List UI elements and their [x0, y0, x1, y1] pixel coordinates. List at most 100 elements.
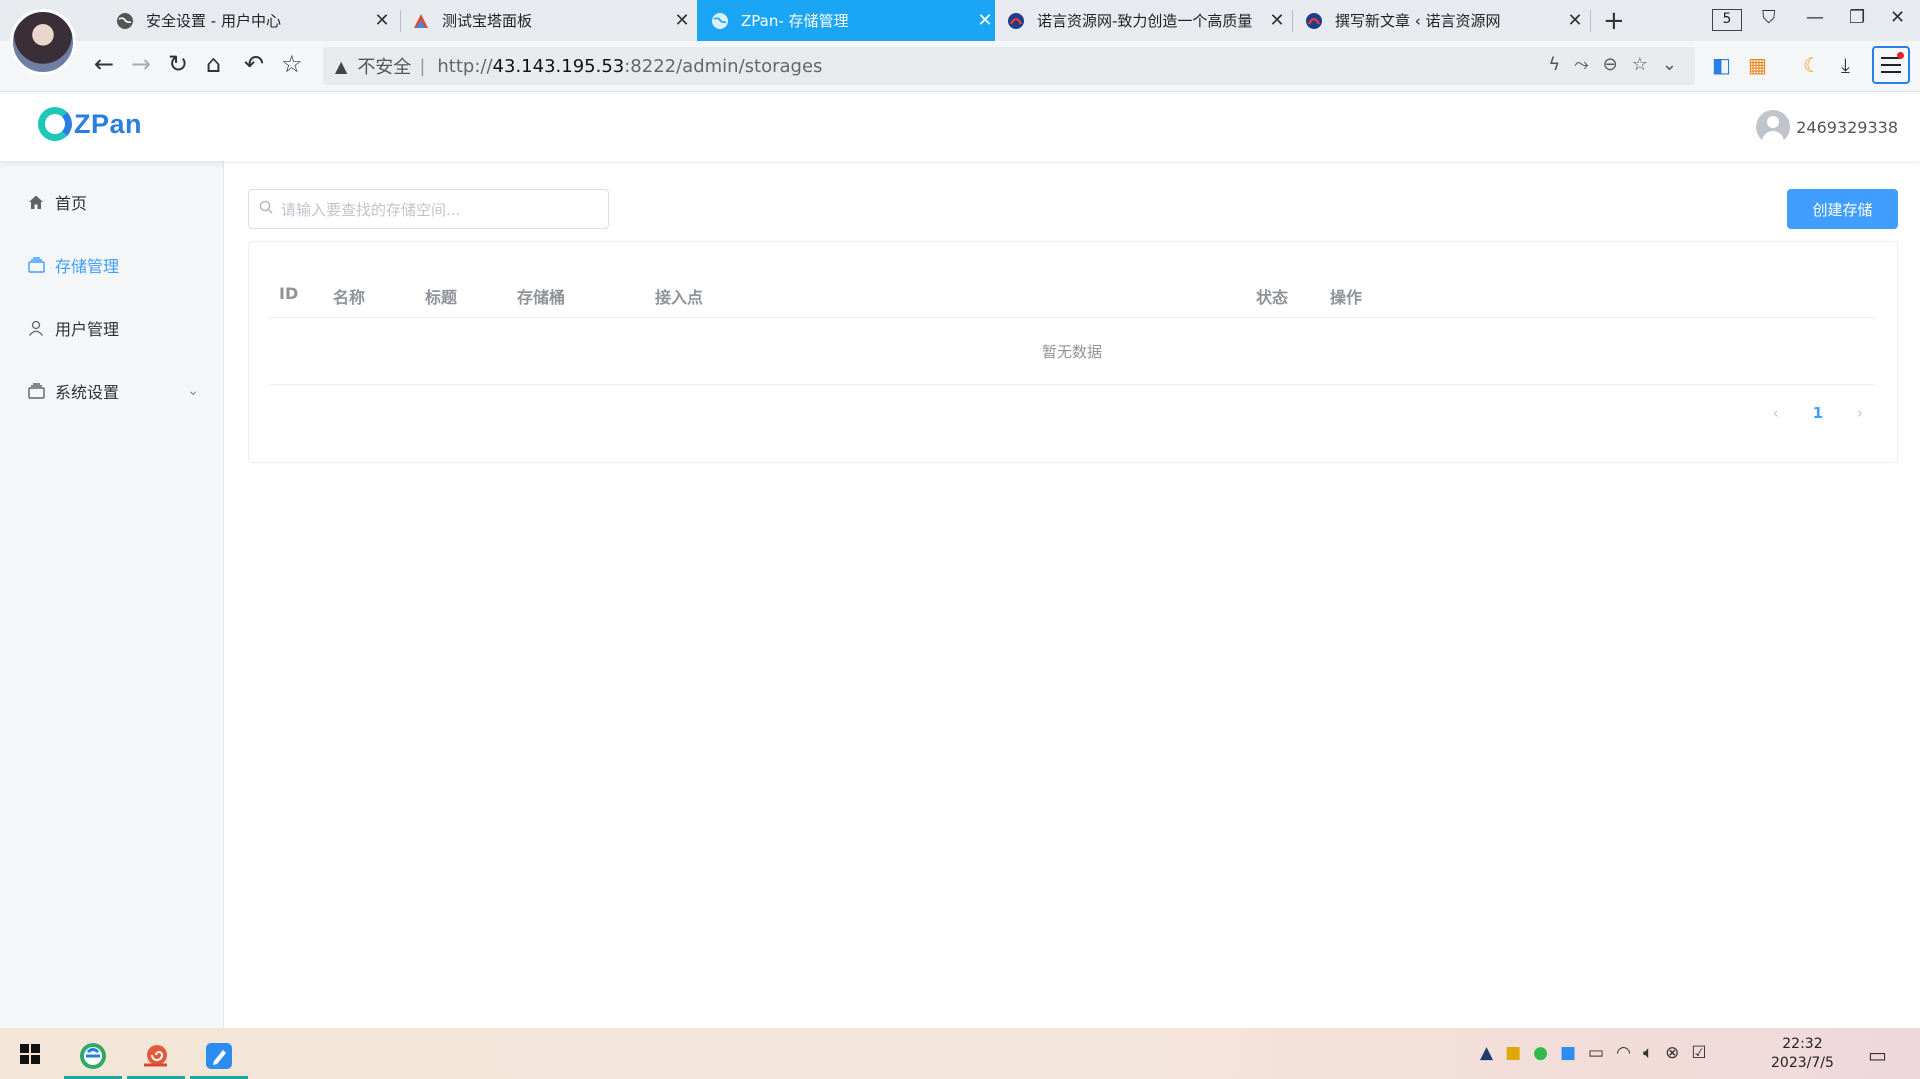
- notes-app[interactable]: [190, 1032, 248, 1079]
- close-window-icon[interactable]: ✕: [1890, 7, 1905, 28]
- pagination: ‹ 1 ›: [1773, 404, 1863, 422]
- lightning-icon[interactable]: ϟ: [1548, 54, 1560, 75]
- forward-icon[interactable]: →: [131, 50, 151, 78]
- column-header-bucket[interactable]: 存储桶: [517, 284, 565, 308]
- tab-title: 测试宝塔面板: [442, 12, 533, 30]
- new-tab-icon[interactable]: +: [1603, 6, 1625, 36]
- tab-title: ZPan- 存储管理: [741, 12, 849, 30]
- system-tray: ▲ ■ ● ■ ▭ ◠ 🔈︎ ⊗ ☑: [1480, 1043, 1707, 1063]
- notification-center-icon[interactable]: ▭: [1868, 1043, 1887, 1067]
- tab-separator: [1590, 10, 1591, 32]
- column-header-name[interactable]: 名称: [333, 284, 365, 308]
- undo-icon[interactable]: ↶: [244, 50, 264, 78]
- checkbox-tray-icon[interactable]: ☑: [1691, 1043, 1706, 1063]
- browser-taskbar-app[interactable]: [64, 1032, 122, 1079]
- skin-icon[interactable]: ⛉: [1762, 7, 1776, 28]
- cat-tray-icon[interactable]: ▲: [1480, 1043, 1493, 1063]
- browser-tab-active[interactable]: ZPan- 存储管理 ✕: [697, 0, 995, 41]
- tab-close-icon[interactable]: ✕: [1565, 10, 1585, 31]
- wifi-icon[interactable]: ◠: [1616, 1043, 1631, 1063]
- snail-app[interactable]: [127, 1032, 185, 1079]
- address-bar[interactable]: ▲ 不安全 | http://43.143.195.53:8222/admin/…: [323, 47, 1695, 85]
- column-header-actions[interactable]: 操作: [1330, 284, 1362, 308]
- browser-tab[interactable]: 测试宝塔面板 ✕: [412, 0, 692, 41]
- settings-icon: [27, 382, 45, 400]
- prev-page-icon[interactable]: ‹: [1773, 404, 1779, 422]
- wechat-tray-icon[interactable]: ●: [1533, 1043, 1548, 1063]
- tab-close-icon[interactable]: ✕: [672, 10, 692, 31]
- share-icon[interactable]: ⤳: [1574, 54, 1588, 75]
- browser-tab[interactable]: 撰写新文章 ‹ 诺言资源网 ✕: [1305, 0, 1585, 41]
- browser-menu-button[interactable]: [1872, 46, 1910, 84]
- app-logo[interactable]: ZPan: [38, 107, 142, 141]
- favorite-icon[interactable]: ☆: [1632, 54, 1648, 75]
- username: 2469329338: [1796, 117, 1898, 137]
- reload-icon[interactable]: ↻: [168, 50, 188, 78]
- page-number[interactable]: 1: [1813, 404, 1823, 422]
- browser-tab[interactable]: 诺言资源网-致力创造一个高质量 ✕: [1007, 0, 1287, 41]
- logo-text: ZPan: [74, 108, 143, 139]
- app-header: ZPan 2469329338: [0, 93, 1920, 161]
- column-header-title[interactable]: 标题: [425, 284, 457, 308]
- site-logo-icon: [1305, 12, 1323, 30]
- search-icon: [259, 200, 273, 218]
- sidebar-item-users[interactable]: 用户管理: [0, 296, 223, 359]
- chevron-down-icon[interactable]: ⌄: [187, 383, 199, 399]
- tab-separator: [1292, 10, 1293, 32]
- note-tray-icon[interactable]: ■: [1560, 1043, 1576, 1063]
- chevron-down-icon[interactable]: ⌄: [1662, 54, 1677, 75]
- tab-close-icon[interactable]: ✕: [975, 10, 995, 31]
- avatar: [1756, 110, 1791, 144]
- column-header-status[interactable]: 状态: [1256, 284, 1288, 308]
- battery-icon[interactable]: ▭: [1588, 1043, 1604, 1063]
- download-icon[interactable]: ⤓: [1841, 53, 1850, 77]
- volume-icon[interactable]: 🔈︎: [1643, 1043, 1653, 1063]
- clock-date: 2023/7/5: [1771, 1055, 1834, 1071]
- folder-tray-icon[interactable]: ■: [1505, 1043, 1521, 1063]
- profile-avatar[interactable]: [10, 9, 76, 75]
- browser-tab-strip: 安全设置 - 用户中心 ✕ 测试宝塔面板 ✕ ZPan- 存储管理 ✕ 诺言资源…: [0, 0, 1920, 41]
- storage-search-input[interactable]: 请输入要查找的存储空间...: [248, 189, 609, 229]
- apps-grid-icon[interactable]: ▦: [1748, 53, 1767, 77]
- storage-icon: [27, 256, 45, 274]
- sidebar-item-label: 用户管理: [55, 319, 120, 339]
- address-actions: ϟ ⤳ ⊖ ☆ ⌄: [1548, 54, 1677, 75]
- user-menu[interactable]: 2469329338: [1756, 110, 1898, 144]
- system-clock[interactable]: 22:32 2023/7/5: [1771, 1035, 1834, 1073]
- address-divider: |: [419, 55, 426, 77]
- main-content: 请输入要查找的存储空间... 创建存储 ID 名称 标题 存储桶 接入点 状态 …: [224, 161, 1920, 1028]
- snail-icon: [144, 1044, 167, 1066]
- sidebar-item-label: 首页: [55, 193, 88, 213]
- bookmark-star-icon[interactable]: ☆: [281, 50, 303, 78]
- browser-tab[interactable]: 安全设置 - 用户中心 ✕: [112, 0, 392, 41]
- network-disabled-icon[interactable]: ⊗: [1665, 1043, 1679, 1063]
- tab-title: 诺言资源网-致力创造一个高质量: [1037, 12, 1253, 30]
- sidebar-item-home[interactable]: 首页: [0, 170, 223, 233]
- tab-title: 撰写新文章 ‹ 诺言资源网: [1335, 12, 1501, 30]
- tab-close-icon[interactable]: ✕: [372, 10, 392, 31]
- next-page-icon[interactable]: ›: [1857, 404, 1863, 422]
- back-icon[interactable]: ←: [94, 50, 114, 78]
- create-storage-button[interactable]: 创建存储: [1787, 189, 1898, 229]
- storage-table-card: ID 名称 标题 存储桶 接入点 状态 操作 暂无数据 ‹ 1 ›: [248, 241, 1898, 463]
- search-placeholder: 请输入要查找的存储空间...: [281, 200, 461, 219]
- tab-close-icon[interactable]: ✕: [1267, 10, 1287, 31]
- minimize-icon[interactable]: —: [1806, 7, 1824, 28]
- zoom-icon[interactable]: ⊖: [1603, 54, 1618, 75]
- home-icon[interactable]: ⌂: [206, 50, 221, 78]
- user-icon: [27, 319, 45, 337]
- restore-icon[interactable]: ❐: [1849, 7, 1865, 28]
- tab-count-badge[interactable]: 5: [1712, 9, 1742, 31]
- browser-toolbar: ← → ↻ ⌂ ↶ ☆ ▲ 不安全 | http://43.143.195.53…: [0, 41, 1920, 92]
- sidebar-item-label: 系统设置: [55, 382, 120, 402]
- sidebar: 首页 存储管理 用户管理 系统设置 ⌄: [0, 161, 224, 1028]
- column-header-id[interactable]: ID: [279, 284, 298, 303]
- sidebar-item-settings[interactable]: 系统设置 ⌄: [0, 359, 223, 422]
- globe-icon: [116, 12, 134, 30]
- translate-icon[interactable]: ◧: [1712, 53, 1731, 77]
- sidebar-item-storage[interactable]: 存储管理: [0, 233, 223, 296]
- column-header-endpoint[interactable]: 接入点: [655, 284, 703, 308]
- table-empty-text: 暂无数据: [269, 319, 1875, 385]
- windows-start-icon[interactable]: [20, 1044, 40, 1064]
- night-mode-icon[interactable]: ☾: [1803, 53, 1821, 77]
